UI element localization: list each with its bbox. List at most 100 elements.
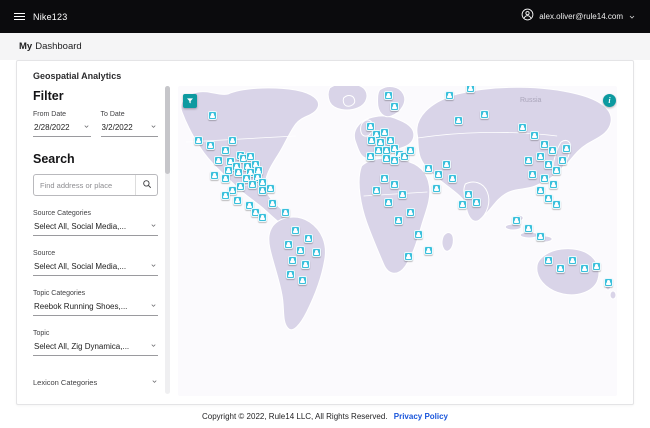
scrollbar-thumb[interactable] xyxy=(165,86,170,174)
map-marker[interactable] xyxy=(228,136,237,145)
funnel-icon xyxy=(186,92,194,110)
map-marker[interactable] xyxy=(414,230,423,239)
map-marker[interactable] xyxy=(214,156,223,165)
map-marker[interactable] xyxy=(312,248,321,257)
map-marker[interactable] xyxy=(592,262,601,271)
map-marker[interactable] xyxy=(221,191,230,200)
map-marker[interactable] xyxy=(548,146,557,155)
map-marker[interactable] xyxy=(206,141,215,150)
map-marker[interactable] xyxy=(366,152,375,161)
map-marker[interactable] xyxy=(372,186,381,195)
map-marker[interactable] xyxy=(258,213,267,222)
search-input[interactable] xyxy=(34,175,135,195)
map-marker[interactable] xyxy=(530,131,539,140)
lexicon-categories-select[interactable]: Lexicon Categories xyxy=(33,378,158,387)
map-marker[interactable] xyxy=(480,110,489,119)
map-marker[interactable] xyxy=(512,216,521,225)
map-marker[interactable] xyxy=(556,264,565,273)
map-marker[interactable] xyxy=(233,196,242,205)
map-marker[interactable] xyxy=(518,123,527,132)
map-marker[interactable] xyxy=(210,171,219,180)
map-marker[interactable] xyxy=(298,276,307,285)
map-marker[interactable] xyxy=(540,174,549,183)
map-marker[interactable] xyxy=(524,224,533,233)
map-marker[interactable] xyxy=(604,278,613,287)
map-marker[interactable] xyxy=(390,180,399,189)
map-marker[interactable] xyxy=(398,190,407,199)
map-marker[interactable] xyxy=(454,116,463,125)
map-marker[interactable] xyxy=(580,264,589,273)
map-marker[interactable] xyxy=(448,174,457,183)
map-marker[interactable] xyxy=(394,216,403,225)
user-icon xyxy=(521,8,534,26)
map-marker[interactable] xyxy=(544,256,553,265)
world-map[interactable]: Russia i xyxy=(178,86,617,396)
map-marker[interactable] xyxy=(291,226,300,235)
map-marker[interactable] xyxy=(390,102,399,111)
source-categories-label: Source Categories xyxy=(33,210,91,217)
map-marker[interactable] xyxy=(424,246,433,255)
source-categories-select[interactable]: Select All, Social Media,... xyxy=(33,220,158,236)
map-marker[interactable] xyxy=(552,166,561,175)
hamburger-menu-icon[interactable] xyxy=(14,13,25,20)
topic-select[interactable]: Select All, Zig Dynamica,... xyxy=(33,340,158,356)
chevron-down-icon xyxy=(628,8,636,26)
map-marker[interactable] xyxy=(304,234,313,243)
map-marker[interactable] xyxy=(458,200,467,209)
map-marker[interactable] xyxy=(268,199,277,208)
map-marker[interactable] xyxy=(424,164,433,173)
map-marker[interactable] xyxy=(236,182,245,191)
topic-categories-select[interactable]: Reebok Running Shoes,... xyxy=(33,300,158,316)
chevron-down-icon xyxy=(150,342,157,351)
map-marker[interactable] xyxy=(528,170,537,179)
map-marker[interactable] xyxy=(406,208,415,217)
map-marker[interactable] xyxy=(288,256,297,265)
search-button[interactable] xyxy=(135,175,157,195)
chevron-down-icon xyxy=(150,302,157,311)
map-marker[interactable] xyxy=(552,200,561,209)
map-marker[interactable] xyxy=(221,146,230,155)
map-marker[interactable] xyxy=(367,136,376,145)
map-info-button[interactable]: i xyxy=(603,94,616,107)
map-marker[interactable] xyxy=(432,184,441,193)
map-marker[interactable] xyxy=(406,146,415,155)
map-markers-layer xyxy=(178,86,617,396)
map-marker[interactable] xyxy=(472,198,481,207)
map-filter-button[interactable] xyxy=(183,94,197,108)
source-select[interactable]: Select All, Social Media,... xyxy=(33,260,158,276)
filter-panel: Filter From Date 2/28/2022 To Date 3/2/2… xyxy=(33,86,165,396)
map-marker[interactable] xyxy=(286,270,295,279)
map-marker[interactable] xyxy=(442,160,451,169)
map-marker[interactable] xyxy=(221,174,230,183)
map-marker[interactable] xyxy=(296,246,305,255)
map-marker[interactable] xyxy=(384,91,393,100)
lexicon-categories-label: Lexicon Categories xyxy=(33,378,98,387)
map-marker[interactable] xyxy=(434,170,443,179)
map-marker[interactable] xyxy=(562,144,571,153)
map-marker[interactable] xyxy=(281,208,290,217)
map-marker[interactable] xyxy=(536,232,545,241)
map-marker[interactable] xyxy=(524,156,533,165)
filter-panel-scrollbar[interactable] xyxy=(165,86,170,394)
map-marker[interactable] xyxy=(466,86,475,93)
user-menu[interactable]: alex.oliver@rule14.com xyxy=(521,8,636,26)
map-marker[interactable] xyxy=(248,180,257,189)
to-date-select[interactable]: 3/2/2022 xyxy=(100,121,158,137)
map-marker[interactable] xyxy=(301,260,310,269)
map-marker[interactable] xyxy=(266,184,275,193)
map-marker[interactable] xyxy=(284,240,293,249)
map-marker[interactable] xyxy=(445,91,454,100)
geospatial-analytics-card: Geospatial Analytics Filter From Date 2/… xyxy=(16,60,634,405)
map-marker[interactable] xyxy=(384,198,393,207)
map-marker[interactable] xyxy=(208,111,217,120)
map-marker[interactable] xyxy=(404,252,413,261)
map-marker[interactable] xyxy=(194,136,203,145)
chevron-down-icon xyxy=(150,222,157,231)
map-marker[interactable] xyxy=(568,256,577,265)
privacy-policy-link[interactable]: Privacy Policy xyxy=(394,412,448,421)
map-marker[interactable] xyxy=(380,174,389,183)
map-marker[interactable] xyxy=(558,156,567,165)
from-date-select[interactable]: 2/28/2022 xyxy=(33,121,91,137)
map-marker[interactable] xyxy=(390,156,399,165)
map-marker[interactable] xyxy=(549,180,558,189)
